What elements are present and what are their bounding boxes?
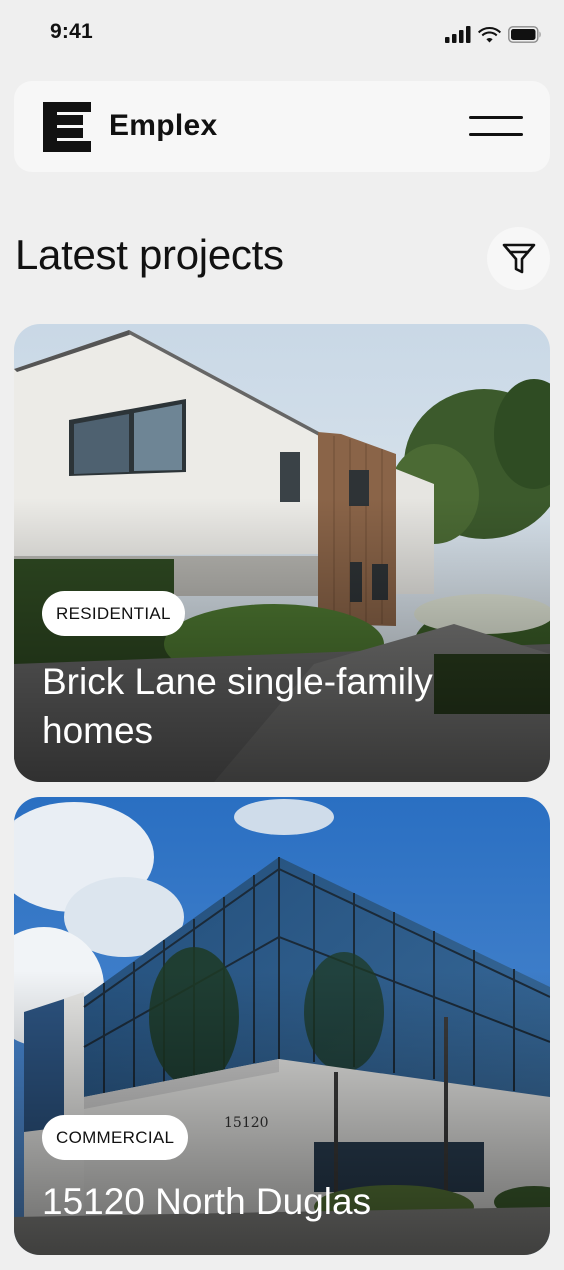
page-title: Latest projects <box>15 231 284 278</box>
emplex-logo[interactable] <box>43 102 91 152</box>
battery-icon <box>508 25 541 43</box>
app-header: Emplex <box>14 81 550 172</box>
menu-line <box>469 133 523 136</box>
filter-icon <box>502 243 535 273</box>
wifi-icon <box>478 26 501 42</box>
project-card[interactable]: 15120 COMMERCIAL 15120 North Duglas <box>14 797 550 1255</box>
status-time: 9:41 <box>50 20 93 43</box>
status-icons <box>445 24 542 44</box>
project-title: 15120 North Duglas <box>42 1181 372 1222</box>
hamburger-menu-icon[interactable] <box>469 111 523 141</box>
category-tag: RESIDENTIAL <box>42 591 185 636</box>
brand-name: Emplex <box>109 109 218 142</box>
project-title: Brick Lane single-family homes <box>42 661 433 752</box>
cellular-signal-icon <box>445 25 471 43</box>
category-tag: COMMERCIAL <box>42 1115 189 1160</box>
menu-line <box>469 116 523 119</box>
filter-button[interactable] <box>487 227 550 290</box>
project-card[interactable]: RESIDENTIAL Brick Lane single-family hom… <box>14 324 550 782</box>
status-bar: 9:41 <box>0 0 564 66</box>
